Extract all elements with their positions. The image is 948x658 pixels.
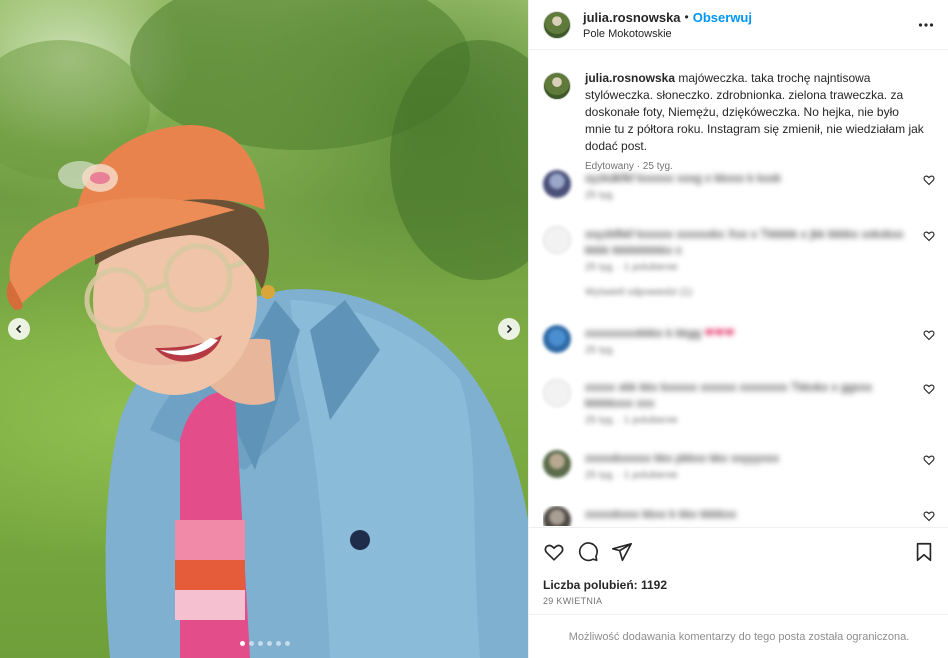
action-icons bbox=[543, 540, 935, 564]
comments-restricted-notice: Możliwość dodawania komentarzy do tego p… bbox=[529, 614, 948, 658]
comment-text: xxxxxkxxx kkxx k kkx kkkkxx bbox=[585, 507, 737, 521]
comment-like-icon[interactable] bbox=[923, 174, 935, 186]
comment-meta: 25 tyg. · 1 polubienie bbox=[585, 415, 678, 426]
chevron-right-icon bbox=[506, 324, 513, 334]
comment-like-icon[interactable] bbox=[923, 454, 935, 466]
comment-text: xxxxxxxxxkkkx k kkgg ❤❤❤ bbox=[585, 325, 905, 341]
comment-body: xxxxxxxxxkkkx k kkgg ❤❤❤ 25 tyg. bbox=[585, 325, 905, 356]
carousel-dot bbox=[276, 641, 281, 646]
comment-text: xxyzkfkkf kxxxxx xxxxxxkx Xxx x Tkkkkk x… bbox=[585, 227, 904, 257]
like-heart-icon[interactable] bbox=[543, 541, 565, 563]
comment-meta: 25 tyg. · 1 polubienie bbox=[585, 262, 678, 273]
carousel-dots bbox=[240, 641, 290, 646]
carousel-dot bbox=[267, 641, 272, 646]
photo-illustration bbox=[0, 0, 528, 658]
hearts-emoji: ❤❤❤ bbox=[704, 326, 735, 340]
comment-meta: 25 tyg. bbox=[585, 190, 616, 201]
comment-body: xxxxxkxxx kkxx k kkx kkkkxx bbox=[585, 506, 905, 526]
comment-item: xyzkdkfkf kxxxxx xxxg x kkxxx k kxxk 25 … bbox=[543, 170, 935, 201]
view-replies-link[interactable]: Wyświetl odpowiedzi (1) bbox=[585, 287, 905, 298]
comment-body: xxyzkfkkf kxxxxx xxxxxxkx Xxx x Tkkkkk x… bbox=[585, 226, 905, 298]
comment-body: xxxxxkxxxxx kkx pkkxx kkx xxyyyxxx 25 ty… bbox=[585, 450, 905, 481]
carousel-dot bbox=[258, 641, 263, 646]
more-options-icon[interactable] bbox=[918, 17, 934, 33]
comment-text: xxxxx xkk kkx kxxxxx xxxxxx xxxxxxxx Tkk… bbox=[585, 380, 873, 410]
comment-avatar[interactable] bbox=[543, 325, 571, 353]
comment-bubble-icon[interactable] bbox=[577, 541, 599, 563]
comment-text-content: xxxxxxxxxkkkx k kkgg bbox=[585, 326, 702, 340]
comment-like-icon[interactable] bbox=[923, 329, 935, 341]
comment-item: xxxxxxxxxkkkx k kkgg ❤❤❤ 25 tyg. bbox=[543, 325, 935, 356]
caption-username[interactable]: julia.rosnowska bbox=[585, 71, 675, 85]
comment-avatar[interactable] bbox=[543, 170, 571, 198]
comment-avatar[interactable] bbox=[543, 226, 571, 254]
follow-button[interactable]: Obserwuj bbox=[693, 10, 752, 25]
header-bullet: • bbox=[684, 10, 689, 24]
header-line: julia.rosnowska • Obserwuj bbox=[583, 10, 752, 25]
comment-item: xxyzkfkkf kxxxxx xxxxxxkx Xxx x Tkkkkk x… bbox=[543, 226, 935, 298]
caption-body: julia.rosnowska majóweczka. taka trochę … bbox=[585, 70, 925, 172]
comment-like-icon[interactable] bbox=[923, 230, 935, 242]
comment-avatar[interactable] bbox=[543, 506, 571, 526]
carousel-dot bbox=[240, 641, 245, 646]
post-photo[interactable] bbox=[0, 0, 528, 658]
comment-like-icon[interactable] bbox=[923, 383, 935, 395]
comment-body: xxxxx xkk kkx kxxxxx xxxxxx xxxxxxxx Tkk… bbox=[585, 379, 905, 426]
comment-like-icon[interactable] bbox=[923, 510, 935, 522]
caption: julia.rosnowska majóweczka. taka trochę … bbox=[543, 58, 935, 172]
comment-avatar[interactable] bbox=[543, 450, 571, 478]
comment-avatar[interactable] bbox=[543, 379, 571, 407]
caption-avatar[interactable] bbox=[543, 72, 571, 100]
likes-count[interactable]: Liczba polubień: 1192 bbox=[543, 578, 935, 592]
comment-item: xxxxxkxxx kkxx k kkx kkkkxx bbox=[543, 506, 935, 526]
chevron-left-icon bbox=[15, 324, 22, 334]
carousel-dot bbox=[249, 641, 254, 646]
header-names: julia.rosnowska • Obserwuj Pole Mokotows… bbox=[583, 10, 752, 40]
location-link[interactable]: Pole Mokotowskie bbox=[583, 28, 752, 40]
comment-meta: 25 tyg. bbox=[585, 345, 616, 356]
post-date[interactable]: 29 KWIETNIA bbox=[543, 596, 935, 606]
caption-text: julia.rosnowska majóweczka. taka trochę … bbox=[585, 70, 925, 155]
share-paper-plane-icon[interactable] bbox=[611, 541, 633, 563]
comment-body: xyzkdkfkf kxxxxx xxxg x kkxxx k kxxk 25 … bbox=[585, 170, 905, 201]
carousel-next-button[interactable] bbox=[498, 318, 520, 340]
carousel-dot bbox=[285, 641, 290, 646]
post-panel: julia.rosnowska • Obserwuj Pole Mokotows… bbox=[528, 0, 948, 658]
comment-item: xxxxxkxxxxx kkx pkkxx kkx xxyyyxxx 25 ty… bbox=[543, 450, 935, 481]
comment-text: xyzkdkfkf kxxxxx xxxg x kkxxx k kxxk bbox=[585, 171, 782, 185]
comment-item: xxxxx xkk kkx kxxxxx xxxxxx xxxxxxxx Tkk… bbox=[543, 379, 935, 426]
post-actions: Liczba polubień: 1192 29 KWIETNIA bbox=[529, 527, 948, 606]
avatar[interactable] bbox=[543, 10, 571, 39]
comment-meta: 25 tyg. · 1 polubienie bbox=[585, 470, 678, 481]
bookmark-icon[interactable] bbox=[913, 541, 935, 563]
carousel-prev-button[interactable] bbox=[8, 318, 30, 340]
comment-text: xxxxxkxxxxx kkx pkkxx kkx xxyyyxxx bbox=[585, 451, 780, 465]
post-header: julia.rosnowska • Obserwuj Pole Mokotows… bbox=[529, 0, 948, 50]
header-username[interactable]: julia.rosnowska bbox=[583, 10, 681, 25]
